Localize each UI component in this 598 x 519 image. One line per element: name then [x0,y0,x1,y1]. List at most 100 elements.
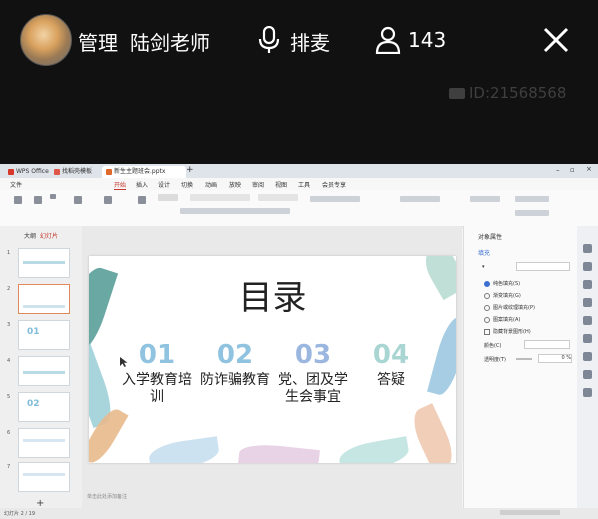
panel-title: 对象属性 [478,234,503,241]
transparency-input[interactable]: 0 % [538,354,572,363]
close-icon[interactable] [540,24,572,56]
select-group[interactable] [515,210,549,216]
hide-background-checkbox[interactable]: 隐藏背景图形(H) [484,328,531,335]
new-tab-button[interactable]: + [186,165,194,175]
slide-thumbnail-2[interactable] [18,284,70,314]
notes-placeholder[interactable]: 单击此处添加备注 [87,493,127,500]
menu-slideshow[interactable]: 放映 [229,180,241,189]
fill-option-gradient[interactable]: 渐变填充(G) [484,292,521,299]
thumb-number: 2 [7,286,11,292]
paragraph-group[interactable] [310,196,360,202]
layout-icon[interactable] [104,196,112,204]
radio-icon [484,304,490,311]
thumb-number: 5 [7,394,11,400]
item-number-2: 02 [216,340,254,370]
transparency-slider[interactable] [516,358,532,360]
fill-option-picture[interactable]: 图片或纹理填充(P) [484,304,535,311]
slide-thumbnail-4[interactable] [18,356,70,386]
shape-group[interactable] [400,196,440,202]
share-icon[interactable] [583,316,592,325]
role-tag: 管理 [78,31,118,55]
person-icon [375,26,401,54]
wps-logo-icon [8,168,14,175]
item-number-3: 03 [294,340,332,370]
cut-icon[interactable] [50,194,56,199]
slide-thumbnail-7[interactable] [18,462,70,492]
fill-type-select[interactable] [516,262,570,271]
room-id-watermark: ID:21568568 [449,84,566,102]
backup-icon[interactable] [583,352,592,361]
color-label: 颜色(C) [484,343,502,349]
slide-thumbnail-5[interactable]: 02 [18,392,70,422]
leaf-decoration [427,314,456,398]
color-picker[interactable] [524,340,570,349]
fill-option-pattern[interactable]: 图案填充(A) [484,316,520,323]
format-painter-icon[interactable] [74,196,82,204]
menu-file[interactable]: 文件 [10,180,22,189]
font-name-select[interactable] [158,194,178,201]
wps-window: WPS Office 找稻壳模板 新生主题班会.pptx + – ▫ × 文件 … [0,164,598,519]
leaf-decoration [337,436,411,463]
leaf-decoration [147,436,221,463]
radio-icon [484,316,490,323]
section-icon[interactable] [138,196,146,204]
style-icon[interactable] [583,262,592,271]
picture-group[interactable] [470,196,500,202]
new-slide-icon[interactable] [14,196,22,204]
menu-member[interactable]: 会员专享 [322,180,346,189]
live-stream-header: 管理 陆剑老师 排麦 143 ID:21568568 [0,0,598,164]
current-slide[interactable]: 目录 01 入学教育培训 02 防诈骗教育 03 党、团及学生会事宜 04 答疑 [89,256,456,463]
text-format-group[interactable] [180,208,290,214]
host-avatar[interactable] [20,14,72,66]
tab-wps-office[interactable]: WPS Office [4,166,53,178]
viewer-count[interactable]: 143 [408,28,446,52]
mic-queue-button[interactable]: 排麦 [290,27,330,56]
leaf-decoration [406,403,456,463]
menu-review[interactable]: 审阅 [252,180,264,189]
fill-option-solid[interactable]: 纯色填充(S) [484,280,520,287]
tab-slides[interactable]: 幻灯片 [40,231,58,240]
tab-current-document[interactable]: 新生主题班会.pptx [102,166,186,178]
object-properties-panel: 对象属性 填充 ▾ 纯色填充(S) 渐变填充(G) 图片或纹理填充(P) 图案填… [463,226,578,519]
ribbon-toolbar [0,190,598,227]
mic-icon[interactable] [258,26,280,54]
menu-view[interactable]: 视图 [275,180,287,189]
room-id: ID:21568568 [469,84,567,102]
properties-icon[interactable] [583,244,592,253]
more-icon[interactable] [583,388,592,397]
find-group[interactable] [515,196,549,202]
menu-tools[interactable]: 工具 [298,180,310,189]
comment-icon[interactable] [583,334,592,343]
menu-insert[interactable]: 插入 [136,180,148,189]
tab-outline[interactable]: 大纲 [24,231,36,240]
minimize-button[interactable]: – [556,166,560,174]
pptx-file-icon [106,168,112,175]
font-select[interactable] [190,194,250,201]
transition-icon[interactable] [583,298,592,307]
menu-design[interactable]: 设计 [158,180,170,189]
status-bar: 幻灯片 2 / 19 [0,508,598,519]
animation-icon[interactable] [583,280,592,289]
slide-thumbnail-3[interactable]: 01 [18,320,70,350]
tab-template[interactable]: 找稻壳模板 [50,166,96,178]
help-icon[interactable] [583,370,592,379]
tab-fill[interactable]: 填充 [478,248,490,257]
menu-animation[interactable]: 动画 [205,180,217,189]
zoom-slider[interactable] [500,510,560,515]
font-size-select[interactable] [258,194,298,201]
item-caption-4: 答疑 [377,372,405,388]
menu-transition[interactable]: 切换 [181,180,193,189]
template-icon [54,168,60,175]
maximize-button[interactable]: ▫ [570,166,575,174]
window-close-button[interactable]: × [586,165,592,173]
video-camera-icon [449,87,465,99]
item-caption-1: 入学教育培训 [122,372,192,405]
radio-icon [484,292,490,299]
slide-thumbnail-1[interactable] [18,248,70,278]
ribbon-menu: 文件 开始 插入 设计 切换 动画 放映 审阅 视图 工具 会员专享 [0,178,598,190]
slide-thumbnail-6[interactable] [18,428,70,458]
mouse-cursor-icon [120,357,128,367]
slide-title[interactable]: 目录 [89,270,456,319]
paste-icon[interactable] [34,196,42,204]
menu-home[interactable]: 开始 [114,180,127,190]
